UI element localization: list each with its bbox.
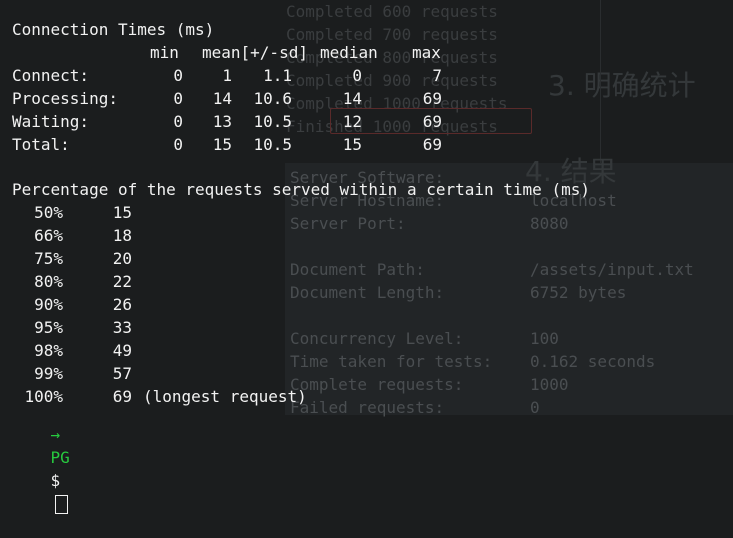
terminal-output: Connection Times (ms) min mean[+/-sd] me… (0, 0, 733, 514)
conn-cell-label: Processing: (12, 89, 118, 108)
conn-cell-sd: 10.5 (253, 112, 292, 131)
conn-cell-median: 14 (342, 89, 362, 108)
conn-cell-max: 69 (422, 135, 442, 154)
conn-cell-max: 69 (422, 112, 442, 131)
header-max: max (412, 43, 441, 62)
conn-cell-mean: 1 (222, 66, 232, 85)
conn-cell-label: Total: (12, 135, 70, 154)
conn-cell-sd: 1.1 (263, 66, 292, 85)
conn-cell-median: 0 (352, 66, 362, 85)
percentile-label: 99% (34, 364, 63, 383)
conn-cell-min: 0 (173, 66, 183, 85)
prompt-symbol: $ (50, 471, 61, 490)
percentile-label: 50% (34, 203, 63, 222)
percentile-label: 90% (34, 295, 63, 314)
conn-cell-mean: 15 (212, 135, 232, 154)
text-cursor (54, 495, 68, 514)
prompt-arrow: → (50, 425, 61, 444)
conn-cell-min: 0 (173, 112, 183, 131)
conn-cell-median: 12 (342, 112, 362, 131)
percentile-value: 69 (112, 387, 132, 406)
conn-cell-min: 0 (173, 89, 183, 108)
percentile-label: 98% (34, 341, 63, 360)
conn-cell-mean: 14 (212, 89, 232, 108)
header-min: min (150, 43, 179, 62)
percentile-note: (longest request) (143, 387, 307, 406)
header-mean: mean[+/-sd] (202, 43, 308, 62)
percentile-value: 57 (112, 364, 132, 383)
header-median: median (320, 43, 378, 62)
conn-cell-label: Connect: (12, 66, 90, 85)
percentage-title: Percentage of the requests served within… (12, 180, 590, 199)
percentile-label: 66% (34, 226, 63, 245)
conn-cell-mean: 13 (212, 112, 232, 131)
percentile-value: 20 (112, 249, 132, 268)
percentile-label: 80% (34, 272, 63, 291)
percentile-value: 22 (112, 272, 132, 291)
percentile-value: 15 (112, 203, 132, 222)
conn-cell-min: 0 (173, 135, 183, 154)
conn-cell-label: Waiting: (12, 112, 90, 131)
connection-times-title: Connection Times (ms) (12, 20, 215, 39)
shell-prompt[interactable]: → PG $ (12, 400, 70, 538)
conn-cell-sd: 10.5 (253, 135, 292, 154)
percentile-value: 26 (112, 295, 132, 314)
conn-cell-max: 69 (422, 89, 442, 108)
conn-cell-median: 15 (342, 135, 362, 154)
percentile-value: 18 (112, 226, 132, 245)
conn-cell-max: 7 (432, 66, 442, 85)
conn-cell-sd: 10.6 (253, 89, 292, 108)
percentile-value: 33 (112, 318, 132, 337)
percentile-value: 49 (112, 341, 132, 360)
prompt-dir: PG (50, 448, 70, 467)
percentile-label: 75% (34, 249, 63, 268)
percentile-label: 95% (34, 318, 63, 337)
